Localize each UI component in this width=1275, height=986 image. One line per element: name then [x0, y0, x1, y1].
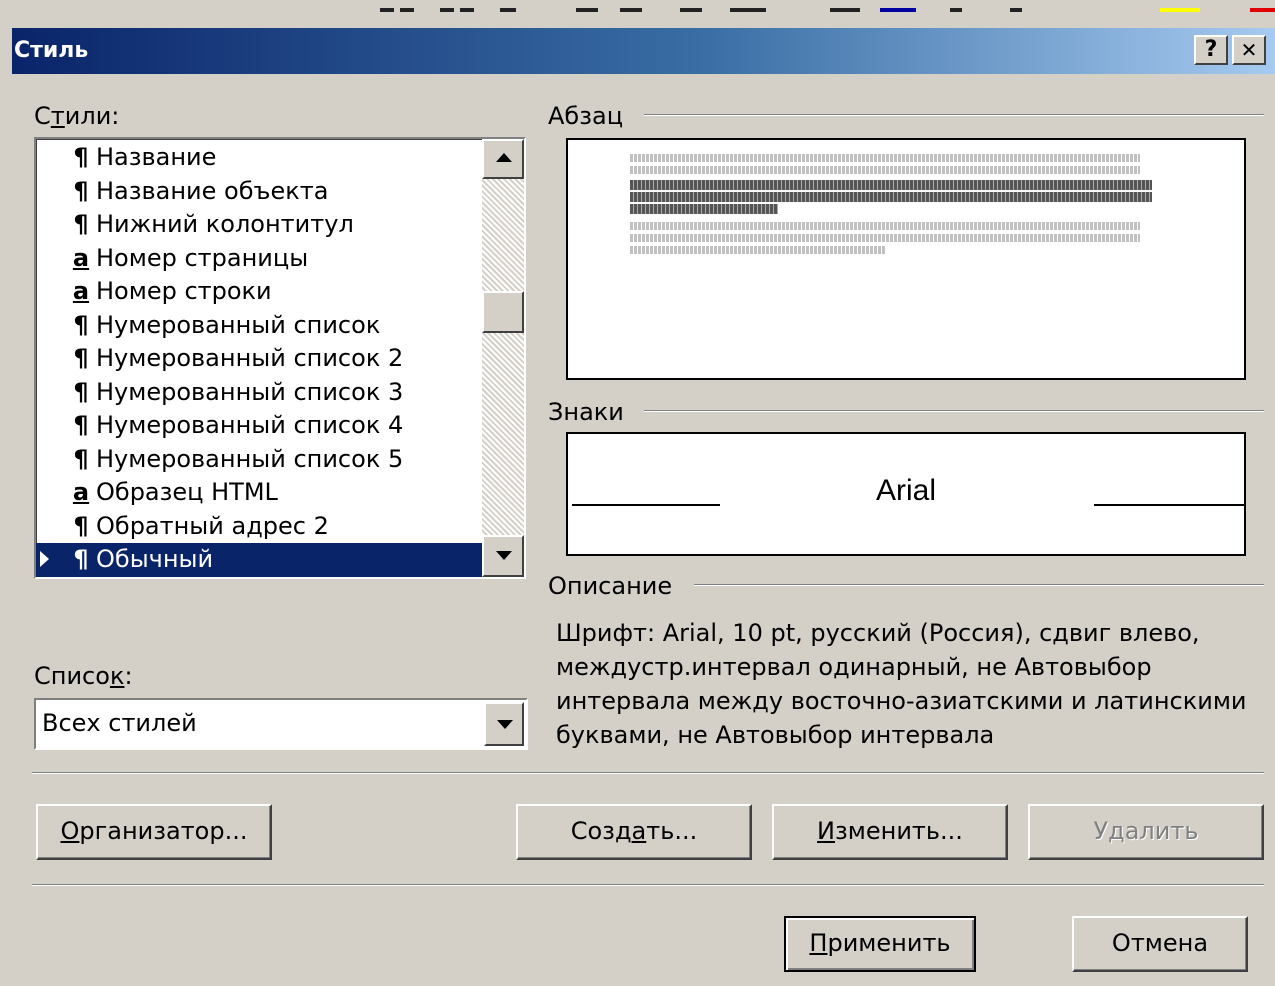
style-list-item[interactable]: ¶ Нумерованный список 4 [36, 409, 482, 443]
cancel-button[interactable]: Отмена [1072, 916, 1248, 972]
style-list-item[interactable]: a Номер страницы [36, 242, 482, 276]
paragraph-style-icon: ¶ [73, 511, 89, 540]
list-label: Список: [34, 662, 133, 690]
paragraph-preview [566, 138, 1246, 380]
style-list-item[interactable]: ¶ Нижний колонтитул [36, 208, 482, 242]
style-list-item-label: Нумерованный список 5 [96, 444, 404, 473]
style-list-item-label: Название объекта [96, 176, 329, 205]
style-list-item[interactable]: ¶ Нумерованный список 2 [36, 342, 482, 376]
close-button[interactable]: ✕ [1232, 35, 1266, 65]
style-list-item[interactable]: ¶ Нумерованный список [36, 309, 482, 343]
scroll-up-button[interactable] [482, 139, 524, 179]
list-filter-dropdown-button[interactable] [484, 702, 524, 746]
font-sample-text: Arial [875, 474, 936, 507]
scroll-thumb[interactable] [482, 291, 524, 333]
organizer-button[interactable]: Организатор... [36, 804, 272, 860]
styles-label: Стили: [34, 102, 120, 130]
arrow-up-icon [496, 153, 512, 162]
style-list-item[interactable]: ¶ Обратный адрес 2 [36, 510, 482, 544]
characters-preview: Arial [566, 432, 1246, 556]
baseline-right [1094, 504, 1244, 506]
scroll-down-button[interactable] [482, 535, 524, 577]
title-bar[interactable]: Стиль ? ✕ [12, 28, 1275, 74]
paragraph-group-title: Абзац [548, 102, 624, 130]
style-list-item[interactable]: ¶ Нумерованный список 3 [36, 376, 482, 410]
paragraph-style-icon: ¶ [73, 411, 89, 439]
style-list-item-label: Обратный адрес 2 [96, 511, 329, 540]
paragraph-group-rule [644, 114, 1264, 116]
paragraph-style-icon: ¶ [73, 176, 89, 205]
create-button[interactable]: Создать... [516, 804, 752, 860]
style-list-item-label: Нумерованный список 2 [96, 344, 404, 372]
paragraph-style-icon: ¶ [73, 143, 89, 171]
paragraph-style-icon: ¶ [73, 444, 89, 473]
style-list-item-label: Обычный [96, 545, 214, 573]
help-button[interactable]: ? [1194, 35, 1228, 65]
styles-listbox[interactable]: ¶ Название ¶ Название объекта ¶ Нижний колонт… [34, 137, 526, 579]
selected-marker-icon [40, 551, 49, 567]
style-list-item-label: Нумерованный список [96, 310, 381, 339]
separator-2 [32, 884, 1264, 886]
chevron-down-icon [497, 720, 513, 729]
style-list-item[interactable]: ¶ Название [36, 141, 482, 175]
list-filter-value: Всех стилей [42, 709, 197, 737]
style-list-item[interactable]: ¶ Название объекта [36, 175, 482, 209]
style-list-item-label: Номер страницы [96, 243, 309, 272]
chars-group-rule [644, 410, 1264, 412]
description-group-rule [694, 584, 1264, 586]
description-group-title: Описание [548, 572, 673, 600]
paragraph-style-icon: ¶ [73, 344, 89, 372]
style-list-item-label: Номер строки [96, 277, 272, 305]
character-style-icon: a [72, 478, 90, 506]
arrow-down-icon [496, 551, 512, 560]
delete-button[interactable]: Удалить [1028, 804, 1264, 860]
background-window-edge [0, 20, 12, 986]
character-style-icon: a [72, 277, 90, 305]
dialog-title: Стиль [14, 38, 89, 63]
paragraph-style-icon: ¶ [73, 310, 89, 339]
styles-scrollbar[interactable] [482, 139, 524, 577]
style-list-item[interactable]: a Образец HTML [36, 476, 482, 510]
apply-button[interactable]: Применить [784, 916, 976, 972]
style-list-item[interactable]: a Номер строки [36, 275, 482, 309]
chars-group-title: Знаки [548, 398, 624, 426]
style-dialog: Стиль ? ✕ Стили: ¶ Название ¶ Название объе… [12, 20, 1275, 986]
paragraph-style-icon: ¶ [73, 545, 89, 573]
style-list-item-label: Нумерованный список 3 [96, 377, 404, 406]
style-list-item[interactable]: ¶ Обычный [36, 543, 482, 577]
character-style-icon: a [72, 243, 90, 272]
paragraph-style-icon: ¶ [73, 377, 89, 406]
background-toolbar-strip [0, 0, 1275, 20]
style-list-item[interactable]: ¶ Нумерованный список 5 [36, 443, 482, 477]
style-list-item-label: Название [96, 143, 217, 171]
style-description-text: Шрифт: Arial, 10 pt, русский (Россия), с… [556, 619, 1247, 749]
paragraph-style-icon: ¶ [73, 210, 89, 238]
style-list-item-label: Нумерованный список 4 [96, 411, 404, 439]
list-filter-select[interactable]: Всех стилей [34, 698, 528, 750]
separator-1 [32, 772, 1264, 774]
style-list-item-label: Нижний колонтитул [96, 210, 354, 238]
style-list-item-label: Образец HTML [96, 478, 278, 506]
modify-button[interactable]: Изменить... [772, 804, 1008, 860]
